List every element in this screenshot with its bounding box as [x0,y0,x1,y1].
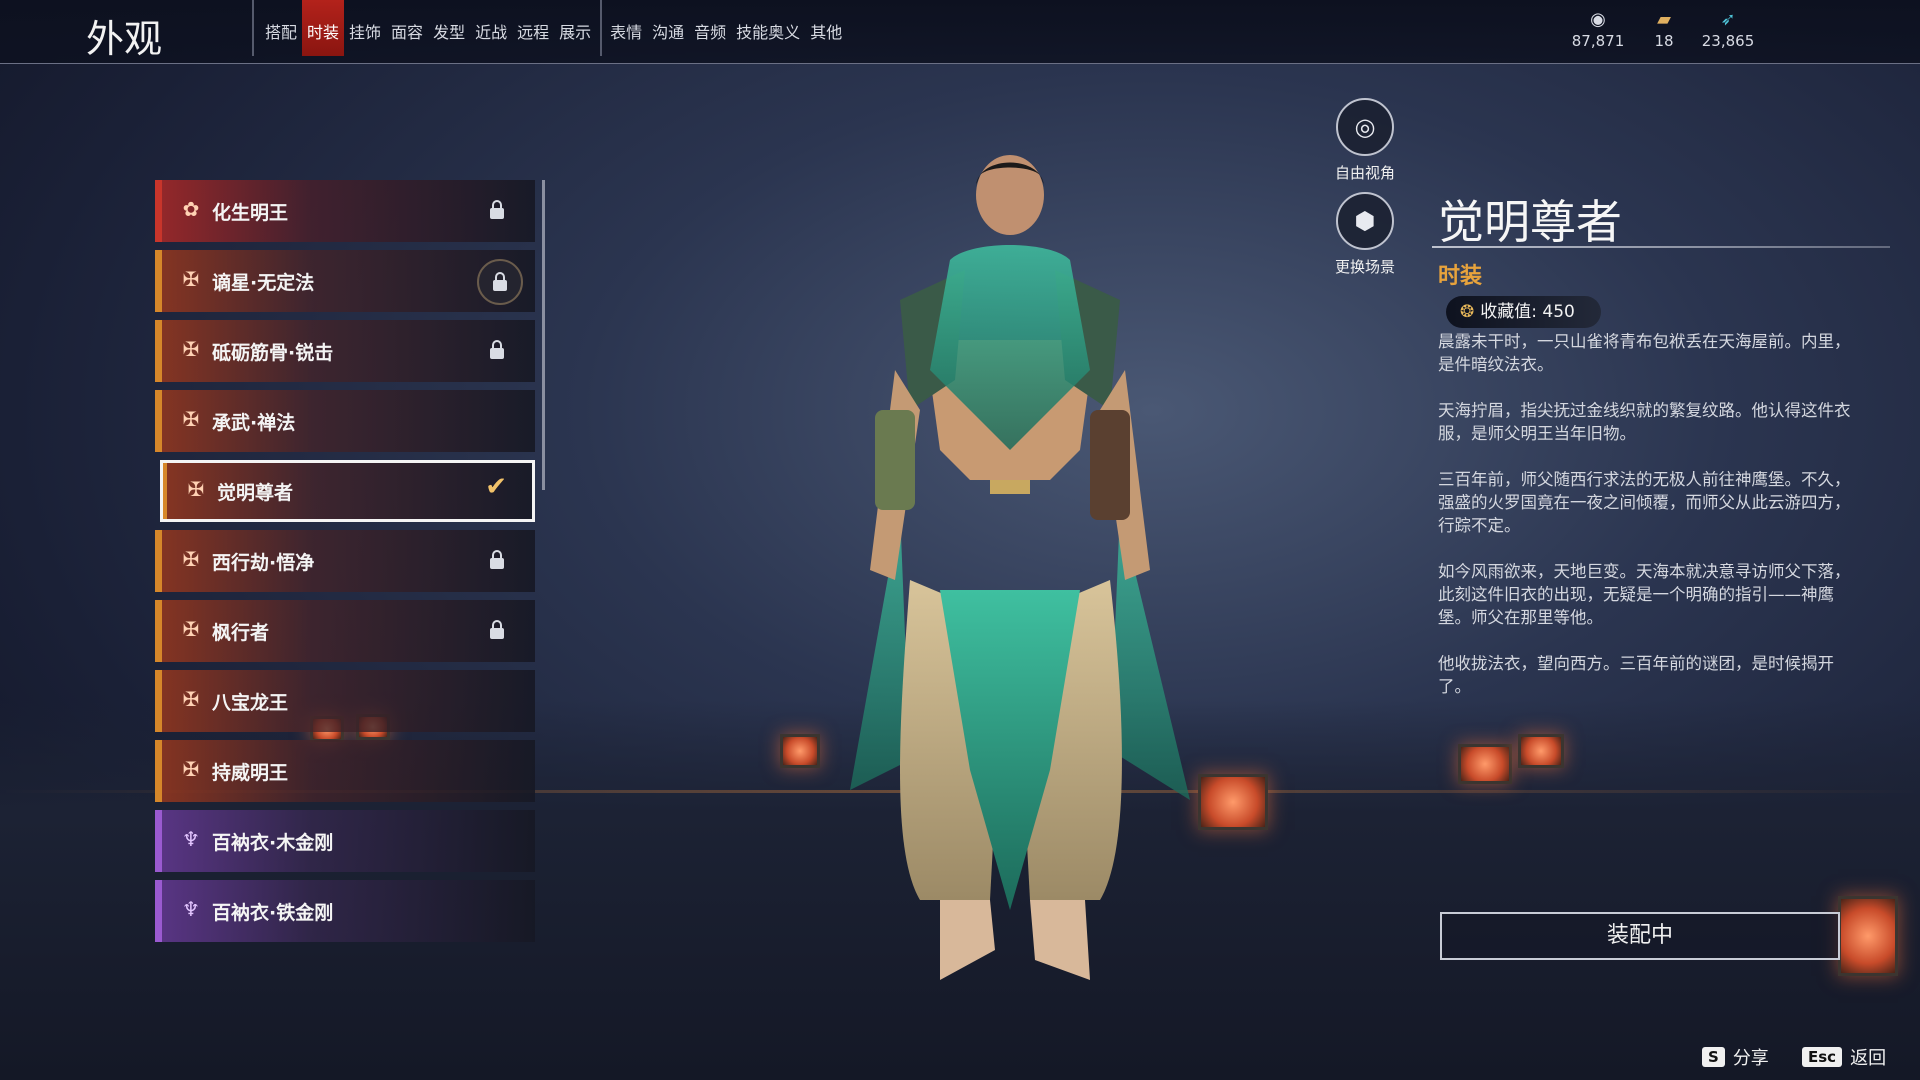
lock-ring [477,259,523,305]
currency-value: 87,871 [1571,32,1625,50]
outfit-list-item[interactable]: ✠ 枫行者 [155,600,535,662]
lantern-decoration [1518,734,1564,768]
cube-icon: ⬢ [1354,207,1376,235]
change-scene-label: 更换场景 [1334,258,1395,276]
tab-item[interactable]: 搭配 [260,0,302,56]
outfit-list-item[interactable]: ♆ 百衲衣·铁金刚 [155,880,535,942]
currency-value: 18 [1654,32,1674,50]
collection-value-badge: ❂ 收藏值: 450 [1446,296,1601,328]
description-paragraph: 他收拢法衣，望向西方。三百年前的谜团，是时候揭开了。 [1438,654,1834,696]
outfit-list-item[interactable]: ✠ 谪星·无定法 [155,250,535,312]
camera-icon: ◎ [1354,113,1376,141]
category-tabs: 搭配 时装 挂饰 面容 发型 近战 远程 展示 表情 沟通 音频 技能奥义 其他 [252,0,847,56]
character-model[interactable] [790,150,1230,1050]
outfit-name: 承武·禅法 [212,412,296,434]
tab-item[interactable]: 展示 [554,0,596,56]
share-label: 分享 [1732,1048,1769,1069]
outfit-list-item[interactable]: ✠ 持威明王 [155,740,535,802]
rarity-orange-icon: ✠ [182,267,200,291]
tab-item[interactable]: 近战 [470,0,512,56]
outfit-name: 百衲衣·铁金刚 [212,902,334,924]
outfit-name: 枫行者 [212,622,270,644]
title-divider [1432,246,1890,248]
back-button[interactable]: Esc 返回 [1802,1044,1886,1070]
outfit-list-item[interactable]: ✠ 砥砺筋骨·锐击 [155,320,535,382]
tab-item[interactable]: 面容 [386,0,428,56]
lock-icon [489,339,505,361]
outfit-list-item[interactable]: ♆ 百衲衣·木金刚 [155,810,535,872]
outfit-name: 觉明尊者 [217,482,294,504]
description-paragraph: 如今风雨欲来，天地巨变。天海本就决意寻访师父下落，此刻这件旧衣的出现，无疑是一个… [1438,562,1851,627]
rarity-orange-icon: ✠ [182,617,200,641]
free-camera-button[interactable]: ◎ 自由视角 [1315,98,1415,183]
rarity-purple-icon: ♆ [182,897,200,921]
share-button[interactable]: S 分享 [1702,1044,1769,1070]
check-icon: ✔ [485,472,507,502]
currency-value: 23,865 [1701,32,1755,50]
lock-icon [489,199,505,221]
feather-icon: ➶ [1720,9,1736,30]
rarity-orange-icon: ✠ [182,687,200,711]
share-key: S [1702,1047,1725,1067]
outfit-list-item[interactable]: ✿ 化生明王 [155,180,535,242]
outfit-name: 砥砺筋骨·锐击 [212,342,334,364]
rarity-orange-icon: ✠ [187,477,205,501]
outfit-name: 持威明王 [212,762,289,784]
tab-item[interactable]: 音频 [689,0,731,56]
collection-icon: ❂ [1460,302,1475,322]
outfit-name: 谪星·无定法 [212,272,315,294]
tab-item[interactable]: 沟通 [647,0,689,56]
lantern-decoration [1458,744,1512,784]
free-camera-label: 自由视角 [1334,164,1395,182]
tab-item[interactable]: 表情 [600,0,647,56]
equip-button[interactable]: 装配中 [1440,912,1840,960]
lantern-decoration [1838,896,1898,976]
outfit-list-item[interactable]: ✠ 承武·禅法 [155,390,535,452]
change-scene-button[interactable]: ⬢ 更换场景 [1315,192,1415,277]
tab-item[interactable]: 发型 [428,0,470,56]
lock-icon [489,549,505,571]
tab-item[interactable]: 远程 [512,0,554,56]
rarity-orange-icon: ✠ [182,337,200,361]
outfit-list-item[interactable]: ✠ 觉明尊者 ✔ [160,460,535,522]
tab-item[interactable]: 挂饰 [344,0,386,56]
description-paragraph: 三百年前，师父随西行求法的无极人前往神鹰堡。不久，强盛的火罗国竟在一夜之间倾覆，… [1438,470,1851,535]
lock-icon [492,271,508,293]
description-paragraph: 晨露未干时，一只山雀将青布包袱丢在天海屋前。内里，是件暗纹法衣。 [1438,332,1851,374]
outfit-name: 八宝龙王 [212,692,289,714]
back-label: 返回 [1850,1048,1887,1069]
back-key: Esc [1802,1047,1843,1067]
outfit-list[interactable]: ✿ 化生明王 ✠ 谪星·无定法 ✠ 砥砺筋骨·锐击 ✠ 承武·禅法 ✠ 觉明尊者 ✔ ✠ 西行劫·悟净 ✠… [155,180,535,960]
rarity-orange-icon: ✠ [182,407,200,431]
collection-value: 收藏值: 450 [1480,302,1575,322]
tab-item[interactable]: 其他 [805,0,847,56]
rarity-red-icon: ✿ [182,197,200,221]
outfit-title: 觉明尊者 [1438,195,1622,249]
outfit-name: 化生明王 [212,202,289,224]
top-bar: 外观 搭配 时装 挂饰 面容 发型 近战 远程 展示 表情 沟通 音频 技能奥义 其他 ◉ 87,871… [0,0,1920,64]
page-title: 外观 [86,17,163,61]
outfit-type: 时装 [1438,264,1483,289]
rarity-purple-icon: ♆ [182,827,200,851]
outfit-name: 百衲衣·木金刚 [212,832,334,854]
rarity-orange-icon: ✠ [182,547,200,571]
outfit-name: 西行劫·悟净 [212,552,315,574]
currency-feathers: ➶ 23,865 [1688,8,1768,50]
tab-item[interactable]: 时装 [302,0,345,56]
rarity-orange-icon: ✠ [182,757,200,781]
outfit-description: 晨露未干时，一只山雀将青布包袱丢在天海屋前。内里，是件暗纹法衣。 天海拧眉，指尖… [1438,330,1858,721]
lock-icon [489,619,505,641]
outfit-list-item[interactable]: ✠ 西行劫·悟净 [155,530,535,592]
description-paragraph: 天海拧眉，指尖抚过金线织就的繁复纹路。他认得这件衣服，是师父明王当年旧物。 [1438,401,1851,443]
outfit-list-item[interactable]: ✠ 八宝龙王 [155,670,535,732]
list-scrollbar[interactable] [542,180,545,490]
tab-item[interactable]: 技能奥义 [731,0,805,56]
